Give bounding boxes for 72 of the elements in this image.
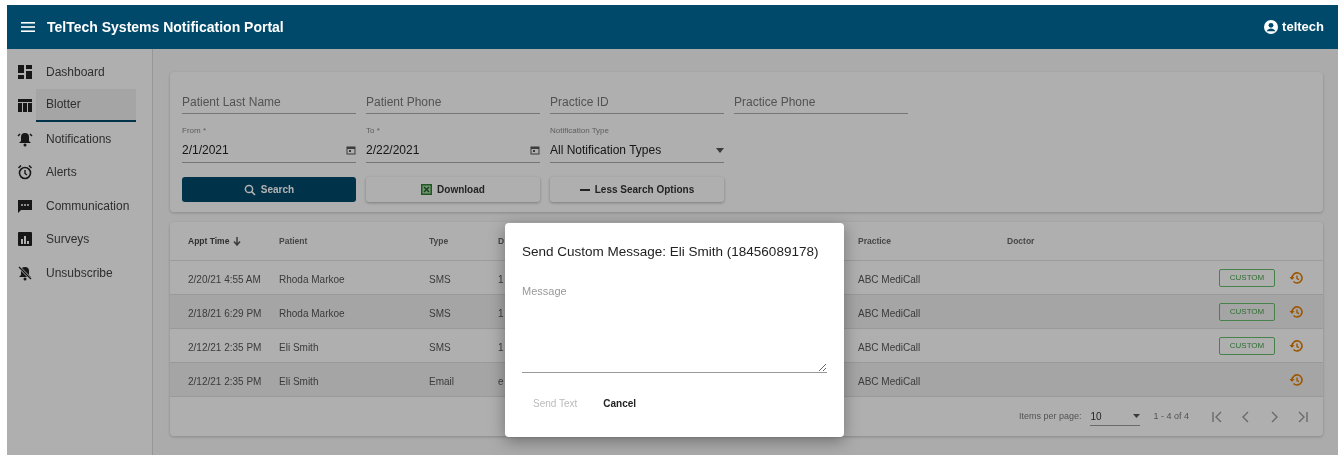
text-field[interactable]: Practice Phone: [734, 90, 908, 114]
column-header[interactable]: Appt Time: [188, 234, 230, 248]
table-cell: e: [498, 375, 504, 387]
bell-icon: [17, 130, 33, 147]
table-cell: 2/20/21 4:55 AM: [188, 273, 261, 285]
text-field[interactable]: Patient Last Name: [182, 90, 356, 114]
sidebar-item[interactable]: Surveys: [36, 222, 136, 256]
table-cell: Eli Smith: [279, 341, 319, 353]
history-icon[interactable]: [1289, 304, 1303, 319]
table-cell: Email: [429, 375, 454, 387]
table-cell: 2/12/21 2:35 PM: [188, 375, 262, 387]
table-cell: SMS: [429, 307, 451, 319]
table-cell: Rhoda Markoe: [279, 273, 345, 285]
table-cell: Eli Smith: [279, 375, 319, 387]
column-header[interactable]: D: [498, 234, 505, 248]
account-icon[interactable]: [1264, 20, 1279, 34]
history-icon[interactable]: [1289, 270, 1303, 285]
chat-icon: [17, 197, 33, 214]
sidebar-item[interactable]: Communication: [36, 189, 136, 223]
items-per-page-label: Items per page:: [1018, 409, 1082, 423]
table-cell: ABC MediCall: [858, 375, 921, 387]
table-cell: ABC MediCall: [858, 307, 921, 319]
select-field[interactable]: Notification Type All Notification Types: [550, 126, 724, 163]
table-cell: 1: [498, 307, 504, 319]
history-icon[interactable]: [1289, 338, 1303, 353]
filter-button[interactable]: Download: [366, 177, 540, 202]
user-name[interactable]: teltech: [1282, 17, 1324, 37]
range-label: 1 - 4 of 4: [1153, 409, 1189, 423]
dialog-button[interactable]: Cancel: [592, 391, 648, 415]
sidebar-item[interactable]: Unsubscribe: [36, 256, 136, 290]
text-field[interactable]: Practice ID: [550, 90, 724, 114]
menu-icon[interactable]: [21, 21, 35, 33]
column-header[interactable]: Doctor: [1007, 234, 1035, 248]
sort-arrow-icon[interactable]: [233, 236, 242, 246]
dropdown-caret-icon: [1133, 414, 1141, 418]
dropdown-caret-icon[interactable]: [716, 147, 724, 153]
search-icon: [243, 183, 256, 196]
text-field[interactable]: Patient Phone: [366, 90, 540, 114]
table-cell: ABC MediCall: [858, 341, 921, 353]
app-title: TelTech Systems Notification Portal: [47, 17, 284, 37]
calendar-icon[interactable]: [346, 145, 356, 155]
page-size-select[interactable]: 10: [1090, 407, 1141, 426]
table-cell: Rhoda Markoe: [279, 307, 345, 319]
sidebar-item[interactable]: Blotter: [36, 88, 136, 122]
table-cell: SMS: [429, 273, 451, 285]
sidebar-item[interactable]: Notifications: [36, 122, 136, 156]
table-icon: [17, 97, 33, 114]
sidebar-item[interactable]: Dashboard: [36, 55, 136, 89]
filter-button[interactable]: Less Search Options: [550, 177, 724, 202]
alarm-clock-icon: [17, 164, 33, 181]
table-cell: 2/12/21 2:35 PM: [188, 341, 262, 353]
dialog-title: Send Custom Message: Eli Smith (18456089178): [522, 243, 819, 261]
bar-chart-icon: [17, 231, 33, 248]
date-field[interactable]: From * 2/1/2021: [182, 126, 356, 163]
history-icon[interactable]: [1289, 372, 1303, 387]
column-header[interactable]: Patient: [279, 234, 308, 248]
sidebar-item[interactable]: Alerts: [36, 155, 136, 189]
column-header[interactable]: Practice: [858, 234, 892, 248]
table-cell: 1: [498, 273, 504, 285]
date-field[interactable]: To * 2/22/2021: [366, 126, 540, 163]
table-cell: 1: [498, 341, 504, 353]
muted-bell-icon: [17, 264, 33, 281]
minus-icon: [579, 188, 590, 191]
table-cell: ABC MediCall: [858, 273, 921, 285]
dashboard-icon: [17, 63, 33, 80]
table-cell: SMS: [429, 341, 451, 353]
column-header[interactable]: Type: [429, 234, 449, 248]
table-cell: 2/18/21 6:29 PM: [188, 307, 262, 319]
spreadsheet-icon: [421, 184, 433, 195]
calendar-icon[interactable]: [530, 145, 540, 155]
message-field[interactable]: Message: [522, 283, 827, 373]
filter-button[interactable]: Search: [182, 177, 356, 202]
